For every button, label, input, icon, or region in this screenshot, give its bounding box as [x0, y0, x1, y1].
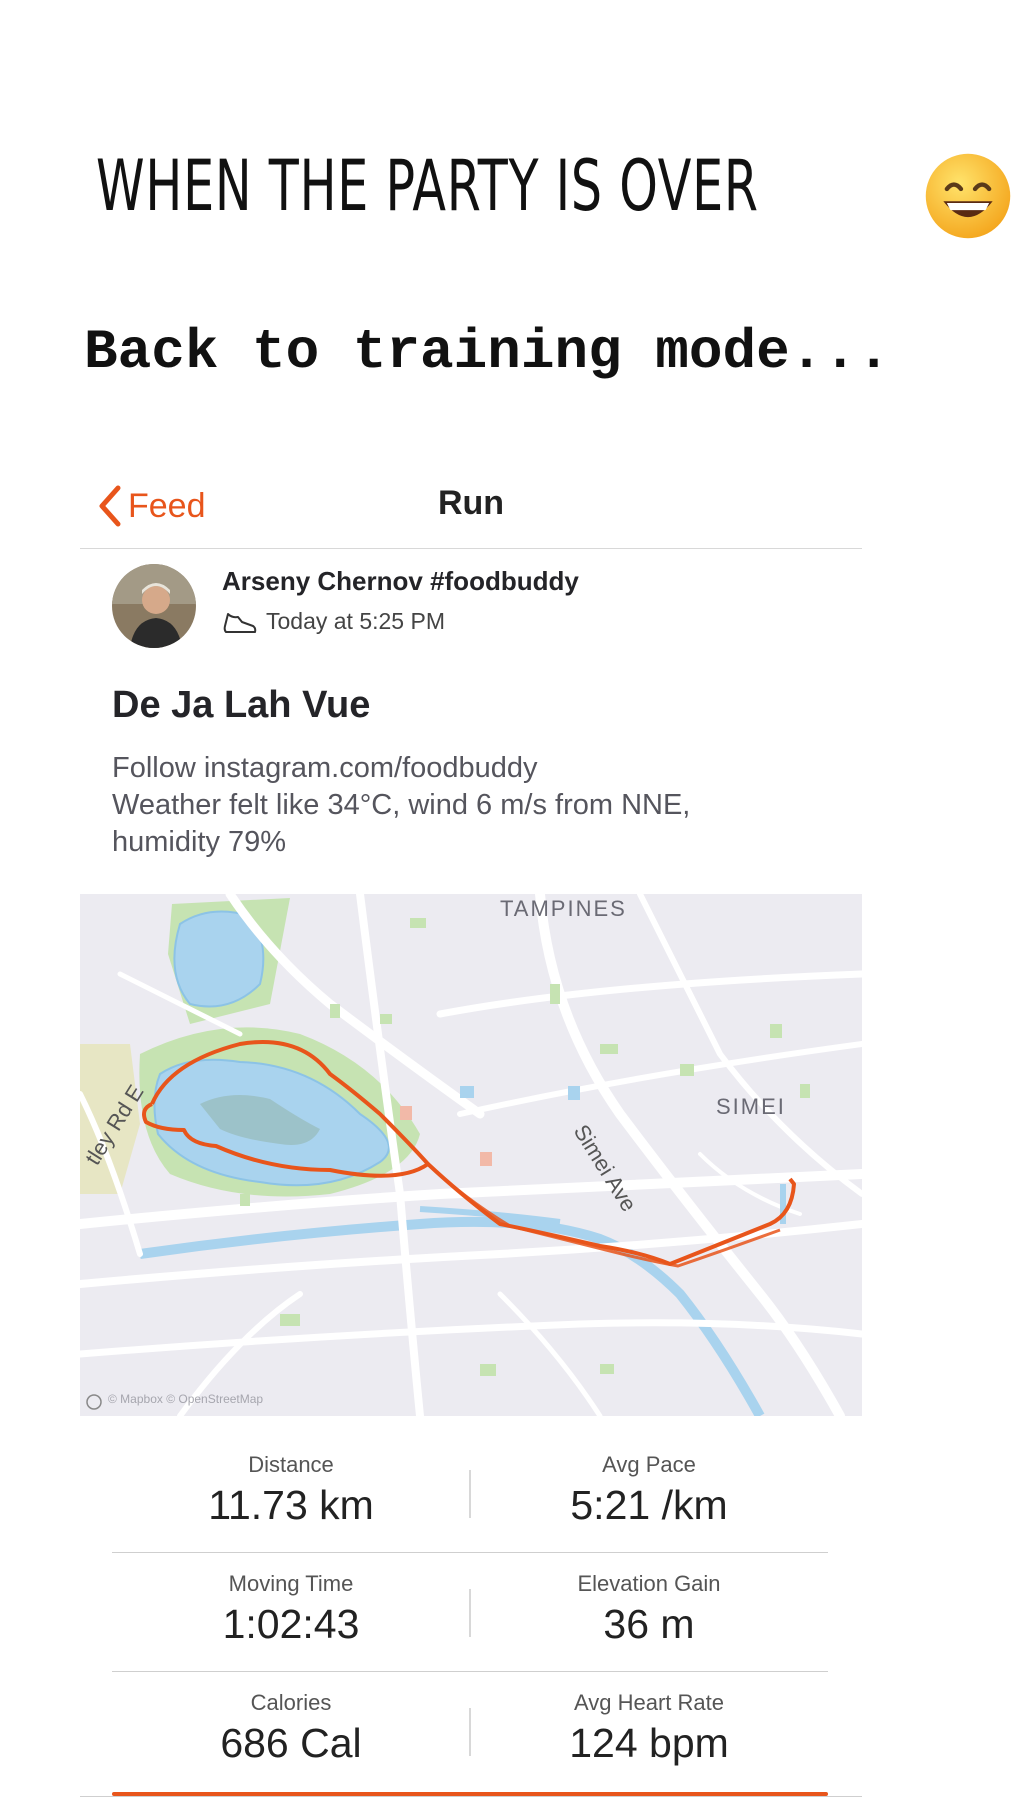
activity-description: Follow instagram.com/foodbuddy Weather f…: [112, 750, 812, 861]
activity-meta: Today at 5:25 PM: [222, 606, 445, 636]
map-label-simei: SIMEI: [716, 1094, 786, 1119]
description-line: Weather felt like 34°C, wind 6 m/s from …: [112, 789, 691, 821]
description-line: humidity 79%: [112, 826, 287, 858]
avatar-photo: [112, 564, 196, 648]
stat-value: 1:02:43: [222, 1601, 360, 1647]
stat-calories: Calories 686 Cal: [112, 1672, 470, 1767]
route-map[interactable]: TAMPINES SIMEI Simei Ave tley Rd E © Map…: [80, 894, 862, 1416]
stat-value: 5:21 /km: [570, 1482, 728, 1528]
stat-value: 686 Cal: [220, 1720, 362, 1766]
stats-row: Calories 686 Cal Avg Heart Rate 124 bpm: [112, 1672, 828, 1790]
athlete-name[interactable]: Arseny Chernov #foodbuddy: [222, 566, 579, 597]
stat-label: Elevation Gain: [577, 1571, 721, 1596]
description-line: Follow instagram.com/foodbuddy: [112, 752, 538, 784]
stat-elevation-gain: Elevation Gain 36 m: [470, 1553, 828, 1648]
stat-label: Distance: [248, 1452, 334, 1477]
avatar[interactable]: [112, 564, 196, 648]
page-title: Run: [437, 484, 505, 522]
running-shoe-icon: [223, 613, 257, 633]
stat-label: Moving Time: [228, 1571, 354, 1596]
map-attribution: © Mapbox © OpenStreetMap: [108, 1392, 264, 1406]
stats-row: Moving Time 1:02:43 Elevation Gain 36 m: [112, 1553, 828, 1672]
activity-title: De Ja Lah Vue: [112, 684, 371, 726]
map-graphic: [80, 894, 862, 1416]
stat-moving-time: Moving Time 1:02:43: [112, 1553, 470, 1648]
nav-bar: Feed Run: [80, 464, 862, 549]
grinning-face-emoji-icon: [925, 153, 1011, 239]
stat-value: 11.73 km: [208, 1482, 374, 1528]
stat-value: 124 bpm: [569, 1720, 729, 1766]
stat-value: 36 m: [603, 1601, 695, 1647]
stat-label: Avg Heart Rate: [573, 1690, 724, 1715]
stat-avg-heart-rate: Avg Heart Rate 124 bpm: [470, 1672, 828, 1767]
map-label-tampines: TAMPINES: [500, 896, 627, 921]
stat-label: Calories: [250, 1690, 332, 1715]
activity-timestamp: Today at 5:25 PM: [266, 607, 445, 634]
activity-card: Feed Run Arseny Chernov #foodbuddy Today…: [80, 464, 862, 1820]
stat-distance: Distance 11.73 km: [112, 1434, 470, 1529]
stats-row: Distance 11.73 km Avg Pace 5:21 /km: [112, 1434, 828, 1553]
story-caption-title: WHEN THE PARTY IS OVER: [96, 145, 759, 227]
divider-line: [80, 1796, 862, 1797]
story-caption-subtitle: Back to training mode...: [84, 320, 891, 384]
stat-avg-pace: Avg Pace 5:21 /km: [470, 1434, 828, 1529]
stats-grid: Distance 11.73 km Avg Pace 5:21 /km Movi…: [112, 1434, 828, 1790]
stat-label: Avg Pace: [602, 1452, 696, 1477]
